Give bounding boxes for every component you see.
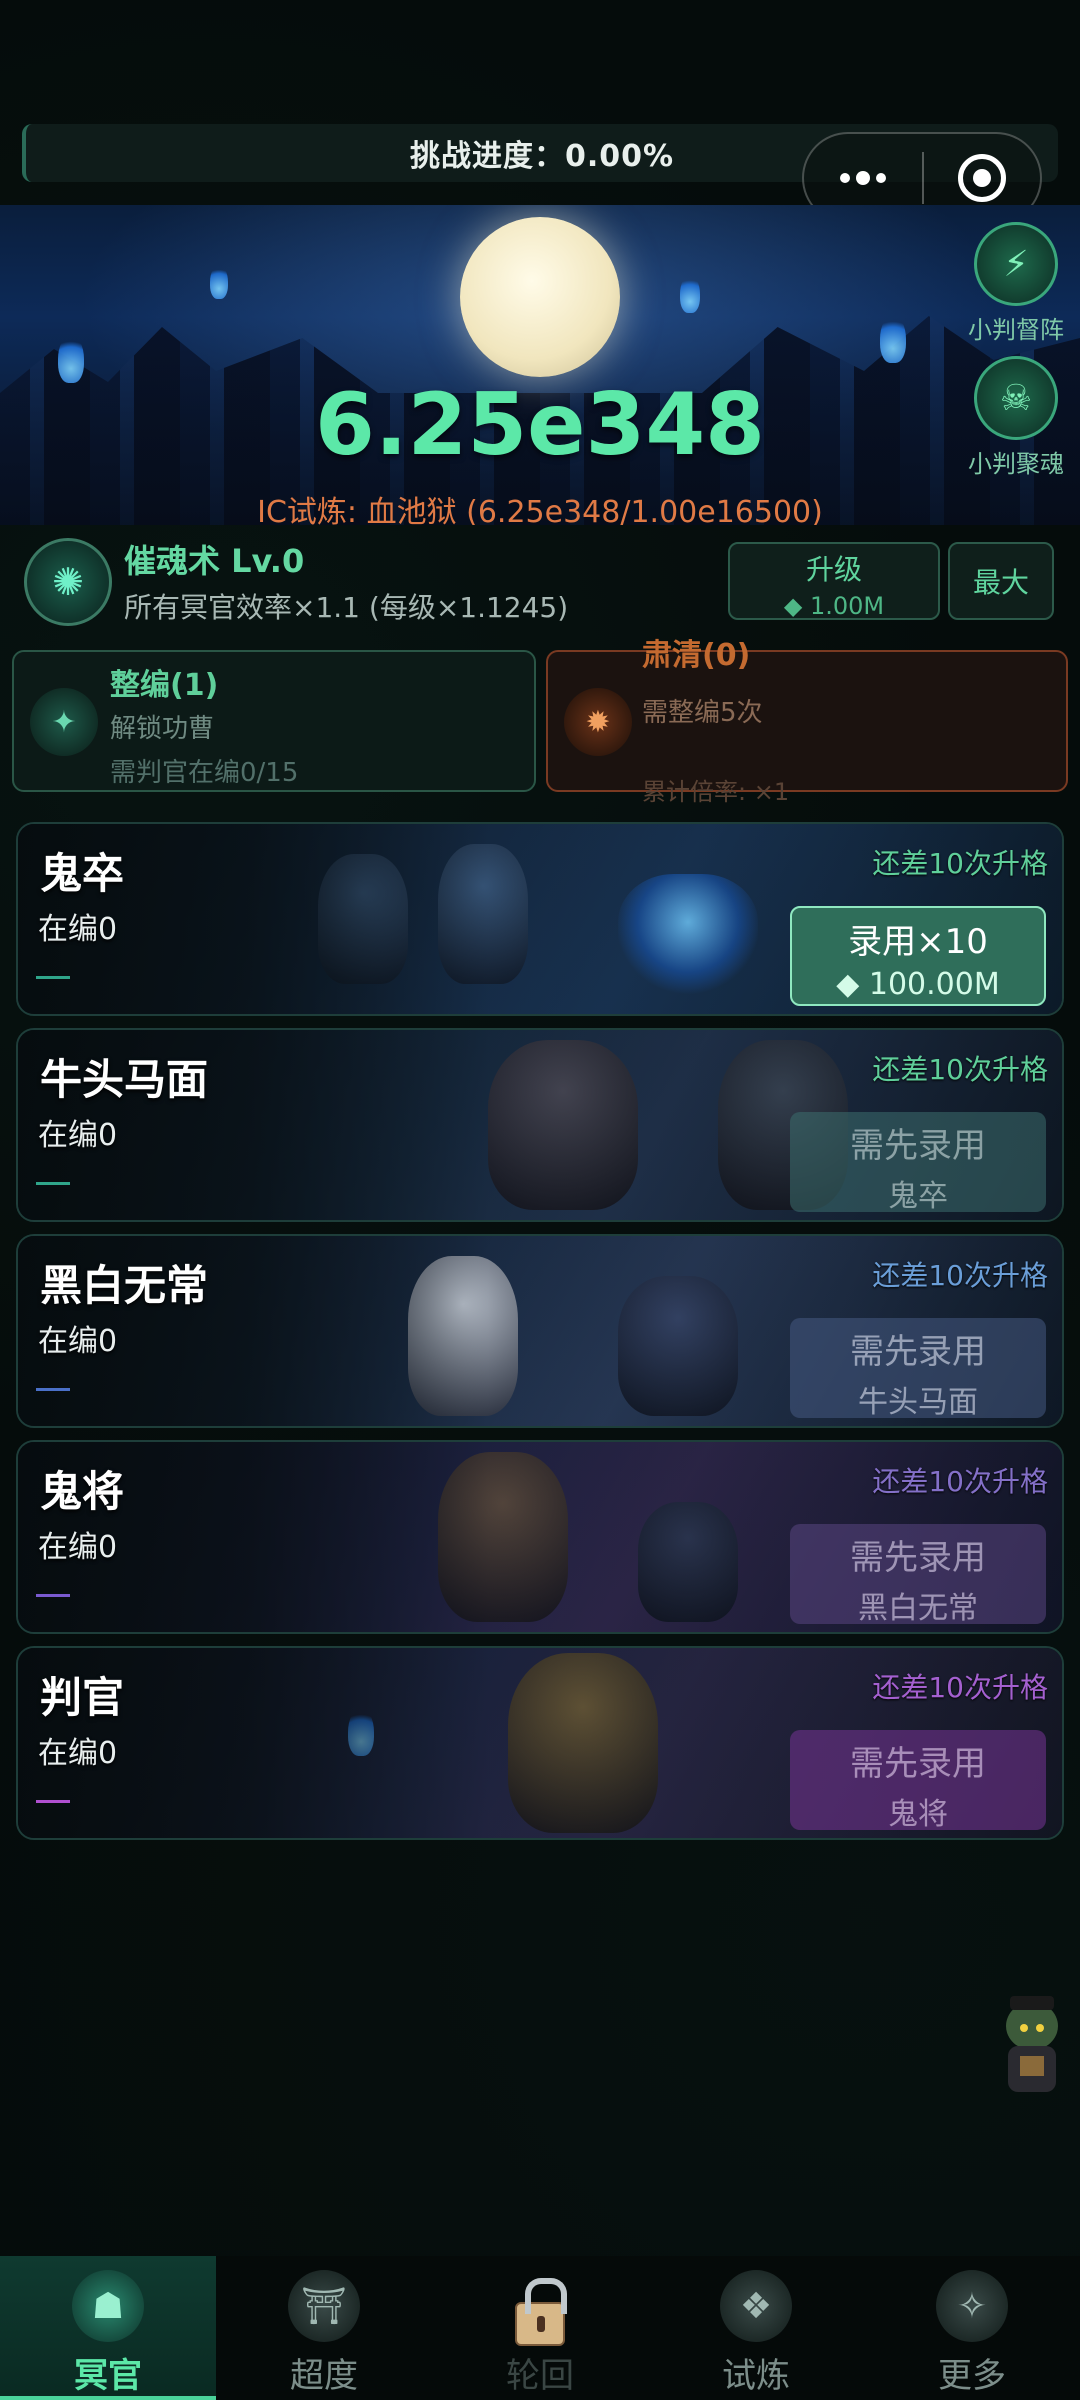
judge-mascot-icon[interactable] [994, 1990, 1070, 2100]
side-button-label: 小判督阵 [968, 316, 1064, 344]
hero-banner: 6.25e348 IC试炼: 血池狱 (6.25e348/1.00e16500) [0, 205, 1080, 525]
spirit-emblem-icon: ✦ [30, 688, 98, 756]
unit-count: 在编0 [38, 912, 118, 947]
trial-status: IC试炼: 血池狱 (6.25e348/1.00e16500) [257, 495, 823, 525]
challenge-progress-label: 挑战进度：0.00% [409, 139, 675, 174]
unit-progress-dash [36, 1388, 70, 1391]
unit-name: 牛头马面 [40, 1055, 209, 1104]
soul-skull-icon: ☠ [974, 356, 1058, 440]
recruit-button[interactable]: 录用×10 ◆ 100.00M [790, 906, 1046, 1006]
target-icon [958, 154, 1006, 202]
recruit-prerequisite: 牛头马面 [858, 1385, 978, 1420]
side-button-supervise[interactable]: ⚡ 小判督阵 [966, 222, 1066, 345]
nav-label: 轮回 [506, 2356, 574, 2396]
unit-count: 在编0 [38, 1530, 118, 1565]
unit-card-ghost-soldier: 鬼卒 在编0 还差10次升格 录用×10 ◆ 100.00M [16, 822, 1064, 1016]
unit-progress-dash [36, 1800, 70, 1803]
recruit-label: 录用×10 [848, 922, 988, 962]
nav-tab-more[interactable]: ✧ 更多 [864, 2256, 1080, 2400]
unit-card-black-white-impermanence: 黑白无常 在编0 还差10次升格 需先录用 牛头马面 [16, 1234, 1064, 1428]
bottom-navigation: ☗ 冥官 ⛩ 超度 轮回 ❖ 试炼 ✧ 更多 [0, 2256, 1080, 2400]
upgrade-hint: 还差10次升格 [872, 1053, 1048, 1086]
recruit-prerequisite: 鬼将 [888, 1797, 948, 1832]
unit-progress-dash [36, 1594, 70, 1597]
recruit-locked-button[interactable]: 需先录用 牛头马面 [790, 1318, 1046, 1420]
recruit-locked-button[interactable]: 需先录用 鬼卒 [790, 1112, 1046, 1214]
ghost-officer-icon: ☗ [72, 2270, 144, 2342]
recruit-prerequisite: 鬼卒 [888, 1179, 948, 1214]
reorg-title: 整编(1) [110, 668, 219, 703]
side-button-gather-souls[interactable]: ☠ 小判聚魂 [966, 356, 1066, 479]
skill-description: 所有冥官效率×1.1 (每级×1.1245) [124, 591, 569, 624]
skill-title: 催魂术 Lv.0 [124, 542, 305, 580]
nav-tab-officials[interactable]: ☗ 冥官 [0, 2256, 216, 2400]
nav-label: 冥官 [74, 2356, 142, 2396]
upgrade-hint: 还差10次升格 [872, 1671, 1048, 1704]
recruit-locked-label: 需先录用 [850, 1538, 986, 1578]
more-dot-right [876, 173, 886, 183]
unit-name: 鬼卒 [40, 849, 125, 898]
unit-progress-dash [36, 976, 70, 979]
unit-card-ox-horse: 牛头马面 在编0 还差10次升格 需先录用 鬼卒 [16, 1028, 1064, 1222]
nav-label: 试炼 [722, 2356, 790, 2396]
more-dot-center [856, 171, 870, 185]
nav-tab-trials[interactable]: ❖ 试炼 [648, 2256, 864, 2400]
reorg-requirement: 需判官在编0/15 [110, 758, 299, 788]
unit-count: 在编0 [38, 1118, 118, 1153]
reorg-unlock: 解锁功曹 [110, 714, 215, 744]
upgrade-button[interactable]: 升级 ◆ 1.00M [728, 542, 940, 620]
lock-icon [515, 2278, 567, 2346]
recruit-locked-button[interactable]: 需先录用 黑白无常 [790, 1524, 1046, 1626]
nav-label: 更多 [938, 2356, 1006, 2396]
max-upgrade-button[interactable]: 最大 [948, 542, 1054, 620]
pagoda-icon: ⛩ [288, 2270, 360, 2342]
recruit-locked-label: 需先录用 [850, 1332, 986, 1372]
ghost-flame-icon [880, 315, 906, 363]
moon-orb [460, 217, 620, 377]
nav-tab-salvation[interactable]: ⛩ 超度 [216, 2256, 432, 2400]
upgrade-hint: 还差10次升格 [872, 1465, 1048, 1498]
purge-multiplier: 累计倍率: ×1 [642, 778, 790, 806]
upgrade-hint: 还差10次升格 [872, 847, 1048, 880]
purge-panel[interactable]: ✹ 肃清(0) 需整编5次 累计倍率: ×1 [546, 638, 1068, 806]
upgrade-cost: ◆ 1.00M [783, 592, 885, 620]
unit-name: 鬼将 [40, 1467, 125, 1516]
recruit-locked-label: 需先录用 [850, 1126, 986, 1166]
fire-emblem-icon: ✹ [564, 688, 632, 756]
ghost-flame-icon [680, 275, 700, 313]
recruit-locked-button[interactable]: 需先录用 鬼将 [790, 1730, 1046, 1832]
upgrade-hint: 还差10次升格 [872, 1259, 1048, 1292]
more-emblem-icon: ✧ [936, 2270, 1008, 2342]
purge-title: 肃清(0) [642, 638, 751, 673]
nav-tab-reincarnation[interactable]: 轮回 [432, 2256, 648, 2400]
unit-count: 在编0 [38, 1736, 118, 1771]
unit-count: 在编0 [38, 1324, 118, 1359]
unit-name: 判官 [40, 1673, 125, 1722]
currency-amount: 6.25e348 [314, 375, 766, 475]
soul-spell-icon: ✺ [24, 538, 112, 626]
more-dots-icon [840, 173, 850, 183]
recruit-cost: ◆ 100.00M [836, 967, 1000, 1002]
recruit-prerequisite: 黑白无常 [858, 1591, 978, 1626]
unit-name: 黑白无常 [40, 1261, 209, 1310]
unit-card-ghost-general: 鬼将 在编0 还差10次升格 需先录用 黑白无常 [16, 1440, 1064, 1634]
reorg-panel[interactable]: ✦ 整编(1) 解锁功曹 需判官在编0/15 [12, 650, 536, 792]
side-button-label: 小判聚魂 [968, 450, 1064, 478]
unit-card-judge: 判官 在编0 还差10次升格 需先录用 鬼将 [16, 1646, 1064, 1840]
close-miniprogram-button[interactable] [924, 154, 1040, 202]
nav-label: 超度 [290, 2356, 358, 2396]
flame-crystal-icon: ❖ [720, 2270, 792, 2342]
ghost-flame-icon [210, 265, 228, 299]
upgrade-label: 升级 [805, 553, 862, 586]
unit-progress-dash [36, 1182, 70, 1185]
purge-requirement: 需整编5次 [642, 698, 763, 728]
lightning-icon: ⚡ [974, 222, 1058, 306]
recruit-locked-label: 需先录用 [850, 1744, 986, 1784]
